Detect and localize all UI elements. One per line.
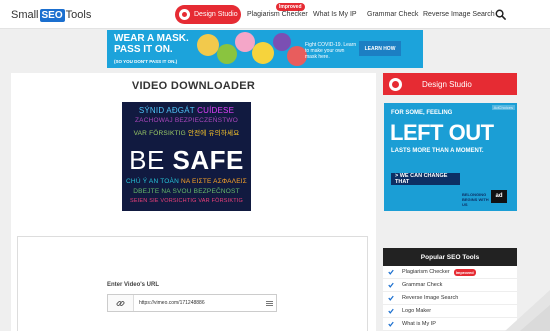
site-logo[interactable]: Small SEO Tools: [11, 8, 91, 22]
popular-tools-heading: Popular SEO Tools: [383, 248, 517, 266]
poster-text: VAR FÖRSIKTIG: [133, 130, 186, 137]
checkmark-icon: [388, 269, 394, 275]
design-studio-icon: [389, 77, 402, 91]
url-input-label: Enter Video's URL: [107, 282, 159, 288]
tool-label: Grammar Check: [402, 282, 443, 288]
poster-headline-bold: SAFE: [172, 145, 244, 175]
tool-label: Plagiarism Checker: [402, 269, 450, 275]
tool-list-item[interactable]: Grammar Check: [383, 279, 517, 292]
nav-grammar-check[interactable]: Grammar Check: [367, 11, 418, 18]
popular-seo-tools-panel: Popular SEO Tools Plagiarism Checker Imp…: [383, 248, 517, 331]
checkmark-icon: [388, 308, 394, 314]
url-form-panel: [17, 236, 368, 331]
nav-design-studio-label: Design Studio: [194, 11, 238, 18]
background-decoration: [505, 290, 550, 331]
mask-emoji-icon: [287, 46, 307, 66]
ad-side-line3: LASTS MORE THAN A MOMENT.: [391, 148, 484, 154]
poster-text: CUÍDESE: [197, 106, 235, 115]
checkmark-icon: [388, 282, 394, 288]
menu-icon[interactable]: [262, 300, 276, 306]
poster-headline: BE SAFE: [122, 145, 251, 176]
ad-side-line2: LEFT OUT: [390, 120, 494, 145]
poster-line: SÝNID AÐGÁT CUÍDESE: [122, 106, 251, 115]
url-input-group[interactable]: https://vimeo.com/171248886: [107, 294, 277, 312]
url-input[interactable]: https://vimeo.com/171248886: [134, 300, 262, 306]
logo-prefix: Small: [11, 9, 39, 21]
ad-top-tagline: (SO YOU DON'T PASS IT ON.): [114, 59, 178, 64]
poster-line: SEIEN SIE VORSICHTIG VAR FÖRSIKTIG: [129, 198, 244, 204]
ad-side-org: BELONGING BEGINS WITH US: [462, 192, 489, 207]
poster-text: SÝNID AÐGÁT: [138, 106, 195, 115]
design-studio-icon: [179, 9, 190, 20]
ad-side-line1: FOR SOME, FEELING: [391, 110, 453, 116]
logo-suffix: Tools: [65, 9, 92, 21]
tool-list-item[interactable]: What is My IP: [383, 318, 517, 331]
poster-text: CHÚ Ý AN TOÀN: [126, 178, 179, 185]
poster-headline-light: BE: [129, 145, 173, 175]
ad-top-cta-button[interactable]: LEARN HOW: [359, 41, 401, 56]
tool-list-item[interactable]: Logo Maker: [383, 305, 517, 318]
poster-text: ΝΑ ΕΙΣΤΕ ΑΣΦΑΛΕΙΣ: [180, 178, 247, 185]
ad-top-line1: WEAR A MASK.: [114, 33, 189, 44]
be-safe-poster-image: SÝNID AÐGÁT CUÍDESE ZACHOWAJ BEZPIECZEŃS…: [122, 102, 251, 211]
ad-banner-sidebar[interactable]: AdChoices FOR SOME, FEELING LEFT OUT LAS…: [384, 103, 517, 211]
tool-label: What is My IP: [402, 321, 436, 327]
tool-label: Logo Maker: [402, 308, 432, 314]
nav-design-studio-button[interactable]: Design Studio: [175, 5, 241, 24]
adchoices-label[interactable]: AdChoices: [491, 105, 515, 110]
mask-emoji-icon: [217, 44, 237, 64]
improved-badge: Improved: [276, 3, 305, 11]
poster-text: 안전에 유의하세요: [187, 130, 240, 137]
nav-reverse-image-search[interactable]: Reverse Image Search: [423, 11, 495, 18]
tool-list-item[interactable]: Reverse Image Search: [383, 292, 517, 305]
sidebar-design-studio-label: Design Studio: [422, 79, 472, 89]
search-icon[interactable]: [495, 9, 506, 20]
nav-what-is-my-ip[interactable]: What Is My IP: [313, 11, 357, 18]
ad-side-cta-button[interactable]: > WE CAN CHANGE THAT: [391, 173, 460, 185]
ad-council-logo: ad: [491, 190, 507, 203]
logo-highlight: SEO: [39, 8, 65, 22]
mask-emoji-icon: [252, 42, 274, 64]
checkmark-icon: [388, 321, 394, 327]
poster-line: CHÚ Ý AN TOÀN ΝΑ ΕΙΣΤΕ ΑΣΦΑΛΕΙΣ: [122, 178, 251, 185]
improved-badge: Improved: [453, 268, 476, 276]
nav-plagiarism-checker[interactable]: Plagiarism Checker: [247, 11, 308, 18]
mask-emoji-icon: [273, 33, 291, 51]
tool-label: Reverse Image Search: [402, 295, 459, 301]
tool-list-item[interactable]: Plagiarism Checker Improved: [383, 266, 517, 279]
ad-banner-top[interactable]: WEAR A MASK. PASS IT ON. (SO YOU DON'T P…: [107, 30, 423, 68]
mask-emoji-icon: [197, 34, 219, 56]
poster-line: DBEJTE NA SVOU BEZPEČNOST: [133, 188, 240, 195]
page-title: VIDEO DOWNLOADER: [131, 80, 256, 92]
top-header: Small SEO Tools Design Studio Improved P…: [0, 0, 550, 29]
poster-line: ZACHOWAJ BEZPIECZEŃSTWO: [135, 117, 238, 124]
sidebar-design-studio-button[interactable]: Design Studio: [383, 73, 517, 95]
ad-top-message: Fight COVID-19. Learn to make your own m…: [305, 42, 357, 60]
ad-top-line2: PASS IT ON.: [114, 44, 173, 55]
checkmark-icon: [388, 295, 394, 301]
poster-line: VAR FÖRSIKTIG 안전에 유의하세요: [122, 127, 251, 137]
link-icon: [108, 295, 134, 311]
